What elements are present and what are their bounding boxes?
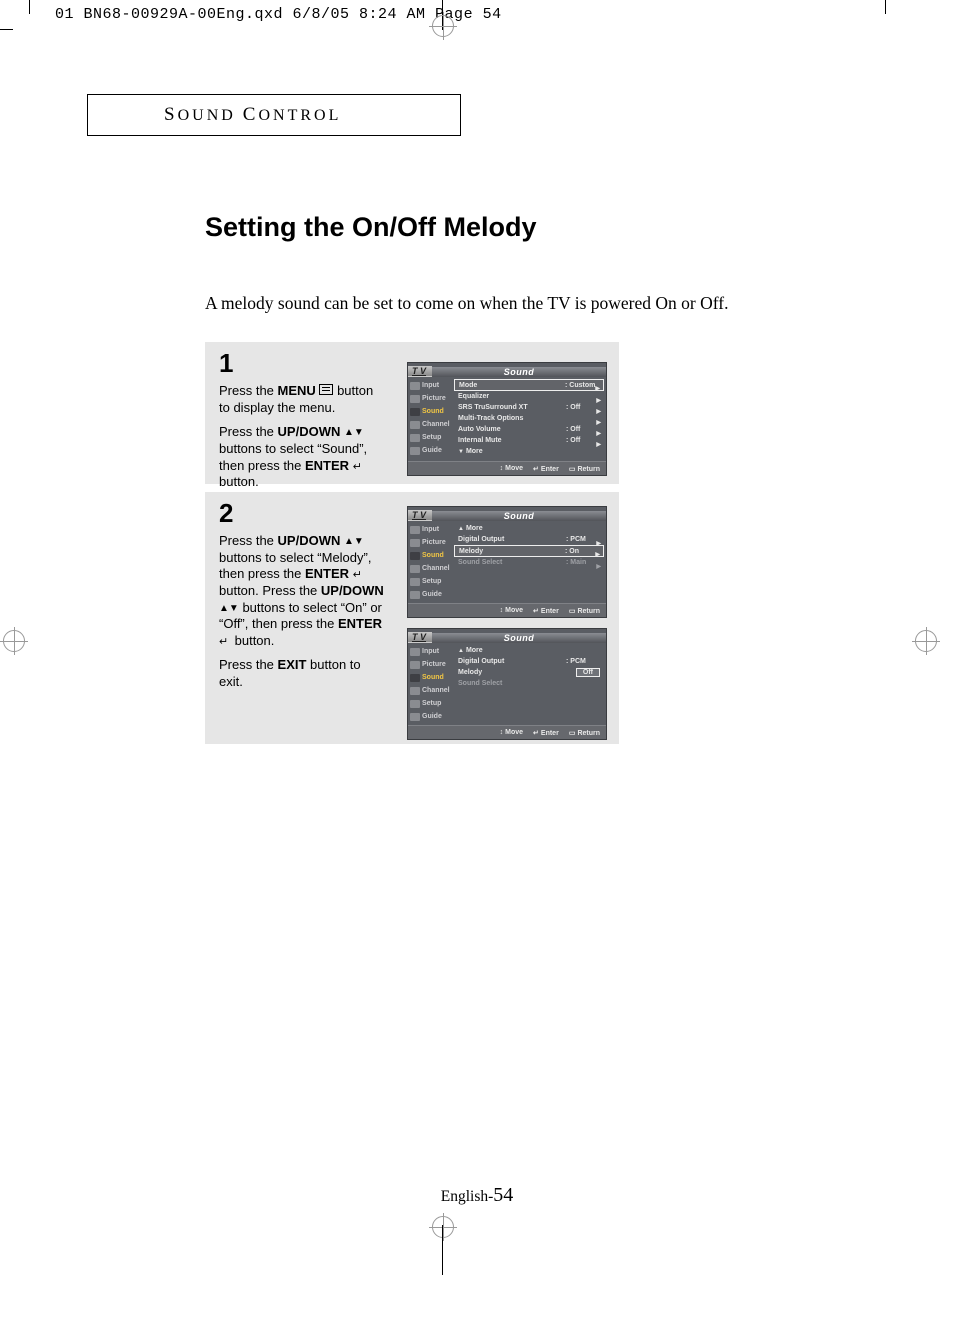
osd-foot-return: Return <box>569 729 600 737</box>
osd-side-picture: Picture <box>408 536 452 549</box>
osd-row-more: More <box>454 446 604 457</box>
osd-side-input: Input <box>408 379 452 392</box>
up-arrow-icon <box>344 424 354 439</box>
osd-title: Sound <box>432 633 606 643</box>
osd-row-moreup: More <box>454 645 604 656</box>
osd-side-sound: Sound <box>408 671 452 684</box>
registration-mark <box>912 627 940 655</box>
osd-main-panel: More Digital Output: PCM MelodyOff Sound… <box>452 643 606 725</box>
section-title-box: SOUND CONTROL <box>87 94 461 136</box>
osd-side-sound: Sound <box>408 549 452 562</box>
osd-title: Sound <box>432 367 606 377</box>
enter-icon <box>219 633 231 642</box>
down-arrow-icon <box>354 424 364 439</box>
osd-row-autovolume: Auto Volume: Off <box>454 424 604 435</box>
osd-side-channel: Channel <box>408 684 452 697</box>
step-2-box: 2 Press the UP/DOWN buttons to select “M… <box>205 492 619 744</box>
osd-side-guide: Guide <box>408 444 452 457</box>
up-arrow-icon <box>219 600 229 615</box>
osd-side-setup: Setup <box>408 575 452 588</box>
osd-screenshot-1: T V Sound Input Picture Sound Channel Se… <box>407 362 607 476</box>
osd-screenshot-2: T V Sound Input Picture Sound Channel Se… <box>407 506 607 618</box>
osd-sidebar: Input Picture Sound Channel Setup Guide <box>408 377 452 461</box>
crop-tick <box>0 29 13 30</box>
osd-row-digital: Digital Output: PCM <box>454 534 604 545</box>
osd-row-moreup: More <box>454 523 604 534</box>
osd-sidebar: Input Picture Sound Channel Setup Guide <box>408 521 452 603</box>
osd-footer: Move Enter Return <box>408 725 606 739</box>
crop-tick <box>29 0 30 14</box>
osd-tv-label: T V <box>408 510 432 521</box>
osd-side-channel: Channel <box>408 562 452 575</box>
registration-mark <box>429 12 457 40</box>
up-arrow-icon <box>344 533 354 548</box>
osd-foot-move: Move <box>500 465 523 472</box>
osd-row-mode: Mode: Custom <box>454 379 604 391</box>
osd-foot-enter: Enter <box>533 729 559 737</box>
crop-tick <box>885 0 886 14</box>
osd-row-soundselect: Sound Select <box>454 678 604 689</box>
registration-mark <box>0 627 28 655</box>
osd-side-sound: Sound <box>408 405 452 418</box>
down-arrow-icon <box>229 600 239 615</box>
osd-side-guide: Guide <box>408 710 452 723</box>
osd-sidebar: Input Picture Sound Channel Setup Guide <box>408 643 452 725</box>
osd-side-input: Input <box>408 523 452 536</box>
osd-row-soundselect: Sound Select: Main <box>454 557 604 568</box>
osd-side-setup: Setup <box>408 697 452 710</box>
step-1-text: Press the MENU button to display the men… <box>219 383 387 491</box>
osd-foot-move: Move <box>500 607 523 614</box>
osd-side-setup: Setup <box>408 431 452 444</box>
osd-row-equalizer: Equalizer <box>454 391 604 402</box>
enter-icon <box>353 458 365 467</box>
osd-row-digital: Digital Output: PCM <box>454 656 604 667</box>
osd-title: Sound <box>432 511 606 521</box>
osd-footer: Move Enter Return <box>408 603 606 617</box>
osd-row-melody: Melody: On <box>454 545 604 557</box>
intro-text: A melody sound can be set to come on whe… <box>205 293 855 314</box>
osd-main-panel: Mode: Custom Equalizer SRS TruSurround X… <box>452 377 606 461</box>
osd-tv-label: T V <box>408 366 432 377</box>
osd-foot-return: Return <box>569 607 600 615</box>
osd-row-internalmute: Internal Mute: Off <box>454 435 604 446</box>
down-arrow-icon <box>354 533 364 548</box>
section-title: SOUND CONTROL <box>164 104 341 126</box>
osd-foot-return: Return <box>569 465 600 473</box>
osd-screenshot-3: T V Sound Input Picture Sound Channel Se… <box>407 628 607 740</box>
osd-side-picture: Picture <box>408 658 452 671</box>
osd-side-picture: Picture <box>408 392 452 405</box>
osd-foot-enter: Enter <box>533 607 559 615</box>
osd-side-input: Input <box>408 645 452 658</box>
osd-row-multitrack: Multi-Track Options <box>454 413 604 424</box>
osd-footer: Move Enter Return <box>408 461 606 475</box>
step-1-box: 1 Press the MENU button to display the m… <box>205 342 619 484</box>
step-2-text: Press the UP/DOWN buttons to select “Mel… <box>219 533 387 691</box>
osd-tv-label: T V <box>408 632 432 643</box>
osd-row-melody: MelodyOff <box>454 667 604 678</box>
osd-foot-move: Move <box>500 729 523 736</box>
osd-main-panel: More Digital Output: PCM Melody: On Soun… <box>452 521 606 603</box>
enter-icon <box>353 566 365 575</box>
crop-tick <box>442 1225 443 1275</box>
osd-side-guide: Guide <box>408 588 452 601</box>
osd-foot-enter: Enter <box>533 465 559 473</box>
osd-row-srs: SRS TruSurround XT: Off <box>454 402 604 413</box>
page-footer: English-54 <box>0 1184 954 1207</box>
page-title: Setting the On/Off Melody <box>205 212 855 243</box>
registration-mark <box>429 1213 457 1241</box>
menu-icon <box>319 384 333 395</box>
osd-side-channel: Channel <box>408 418 452 431</box>
